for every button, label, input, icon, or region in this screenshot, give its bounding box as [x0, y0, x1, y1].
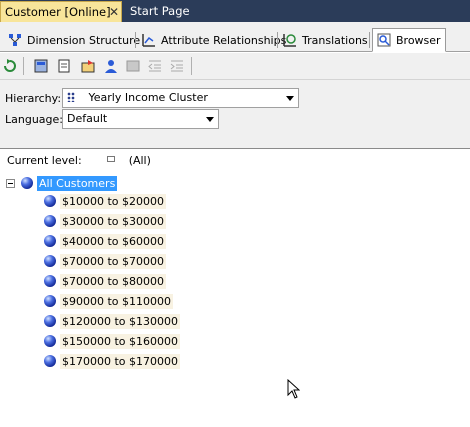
member-properties-icon[interactable]: [56, 58, 72, 74]
doc-tab-label: Customer [Online]: [5, 5, 111, 19]
member-label: $30000 to $30000: [60, 213, 167, 229]
tree-root-label[interactable]: All Customers: [37, 175, 118, 191]
member-orb-icon: [44, 355, 56, 367]
tab-label: Browser: [396, 33, 441, 47]
toolbar-separator: [191, 57, 192, 75]
hierarchy-label: Hierarchy:: [5, 92, 62, 105]
member-orb-icon: [21, 177, 33, 189]
level-icon: [107, 156, 116, 162]
dimension-structure-icon: [9, 34, 21, 46]
collapse-icon[interactable]: [6, 178, 15, 188]
designer-tab-bar: Dimension Structure Attribute Relationsh…: [0, 22, 470, 52]
document-tab-strip: Customer [Online] ✕ Start Page: [0, 0, 470, 22]
doc-tab-start-page[interactable]: Start Page: [126, 1, 194, 22]
current-level-row: Current level: (All): [7, 154, 151, 167]
member-label: $90000 to $110000: [60, 293, 174, 309]
hierarchy-icon: [67, 92, 75, 102]
chevron-down-icon: [286, 96, 294, 101]
member-orb-icon: [44, 275, 56, 287]
member-orb-icon: [44, 235, 56, 247]
member-label: $170000 to $170000: [60, 353, 181, 369]
member-label: $70000 to $70000: [60, 253, 167, 269]
tree-member[interactable]: $30000 to $30000: [44, 212, 167, 230]
current-level-value: (All): [128, 154, 151, 167]
tab-label: Translations: [302, 33, 368, 47]
language-select[interactable]: Default: [62, 109, 219, 129]
tree-member[interactable]: $40000 to $60000: [44, 232, 167, 250]
tree-root-all-customers[interactable]: All Customers: [6, 175, 118, 191]
browser-properties: Hierarchy: Yearly Income Cluster Languag…: [0, 80, 470, 148]
attribute-relationships-icon: [142, 34, 155, 47]
tree-member[interactable]: $70000 to $70000: [44, 252, 167, 270]
member-label: $10000 to $20000: [60, 193, 167, 209]
browser-toolbar: [0, 53, 470, 80]
tab-label: Dimension Structure: [27, 33, 141, 47]
tree-member[interactable]: $10000 to $20000: [44, 192, 167, 210]
tree-member[interactable]: $170000 to $170000: [44, 352, 181, 370]
tab-divider: [277, 32, 278, 48]
browser-icon: [377, 33, 391, 47]
tab-attribute-relationships[interactable]: Attribute Relationships: [142, 29, 286, 51]
member-orb-icon: [44, 255, 56, 267]
browser-pane: Current level: (All) All Customers $1000…: [0, 148, 470, 427]
close-icon[interactable]: ✕: [109, 2, 119, 23]
process-icon[interactable]: [2, 58, 18, 74]
hierarchy-value: Yearly Income Cluster: [88, 91, 208, 104]
member-orb-icon: [44, 195, 56, 207]
current-level-label: Current level:: [7, 154, 82, 167]
tab-divider: [369, 32, 370, 48]
hierarchy-select[interactable]: Yearly Income Cluster: [62, 88, 299, 108]
tree-member[interactable]: $70000 to $80000: [44, 272, 167, 290]
chevron-down-icon: [206, 117, 214, 122]
member-orb-icon: [44, 315, 56, 327]
member-orb-icon: [44, 215, 56, 227]
tree-member[interactable]: $120000 to $130000: [44, 312, 181, 330]
doc-tab-customer-online[interactable]: Customer [Online] ✕: [0, 1, 122, 22]
member-orb-icon: [44, 335, 56, 347]
toolbar-separator: [23, 57, 24, 75]
member-label: $40000 to $60000: [60, 233, 167, 249]
member-label: $150000 to $160000: [60, 333, 181, 349]
tab-translations[interactable]: Translations: [283, 29, 368, 51]
tab-browser[interactable]: Browser: [372, 28, 446, 52]
decrease-indent-icon[interactable]: [147, 58, 163, 74]
language-value: Default: [67, 112, 108, 125]
tab-dimension-structure[interactable]: Dimension Structure: [8, 29, 140, 51]
tab-label: Attribute Relationships: [161, 33, 287, 47]
member-orb-icon: [44, 295, 56, 307]
reconnect-icon[interactable]: [33, 58, 49, 74]
doc-tab-label: Start Page: [130, 4, 190, 18]
filter-icon[interactable]: [80, 58, 96, 74]
disabled-icon[interactable]: [125, 58, 141, 74]
mouse-cursor-icon: [287, 379, 300, 399]
tree-member[interactable]: $90000 to $110000: [44, 292, 174, 310]
language-label: Language:: [5, 113, 63, 126]
tree-member[interactable]: $150000 to $160000: [44, 332, 181, 350]
increase-indent-icon[interactable]: [169, 58, 185, 74]
translations-icon: [283, 34, 296, 47]
user-icon[interactable]: [103, 58, 119, 74]
member-label: $120000 to $130000: [60, 313, 181, 329]
member-label: $70000 to $80000: [60, 273, 167, 289]
tab-divider: [135, 32, 136, 48]
